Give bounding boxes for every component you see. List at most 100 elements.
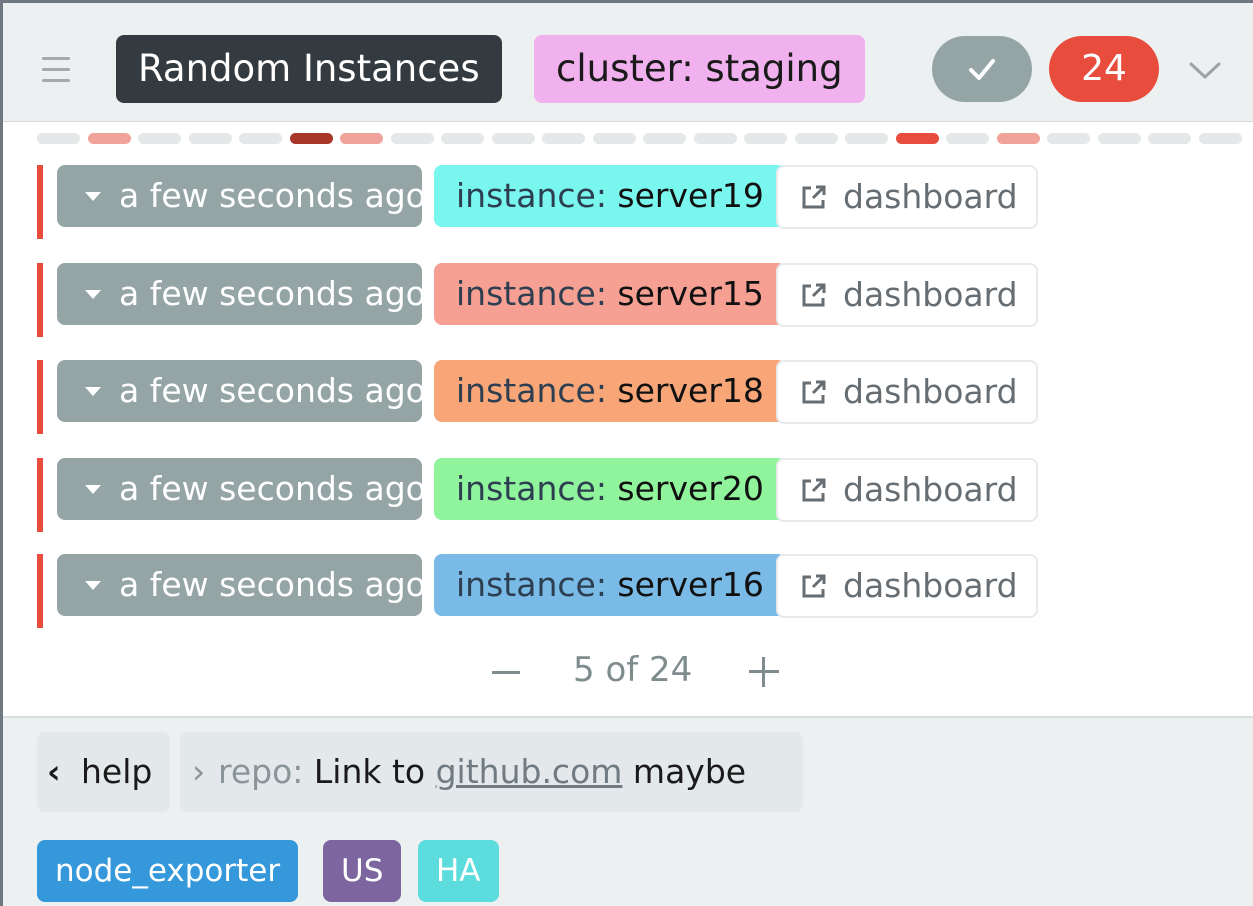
acknowledge-button[interactable]	[932, 36, 1032, 102]
annotation-key: repo:	[218, 752, 304, 791]
instance-label-value: server19	[617, 176, 764, 215]
alert-row: a few seconds ago instance: server19 das…	[37, 165, 1047, 239]
pager-previous-button[interactable]	[492, 671, 520, 674]
cluster-label-value: staging	[705, 47, 843, 90]
progress-segment	[542, 133, 585, 144]
annotation-repo-text: repo: Link to github.com maybe	[218, 732, 746, 812]
progress-segment	[592, 133, 636, 144]
hamburger-icon[interactable]	[42, 57, 70, 83]
chevron-left-icon: ‹	[47, 752, 61, 791]
progress-segment	[491, 133, 535, 144]
alert-time-button[interactable]: a few seconds ago	[57, 458, 426, 520]
cluster-label-name: cluster	[556, 47, 682, 90]
label-tag-us[interactable]: US	[323, 840, 402, 902]
dashboard-link-label: dashboard	[843, 275, 1018, 314]
alert-state-marker	[37, 165, 43, 239]
alert-time-label: a few seconds ago	[119, 565, 426, 604]
pager-next-button[interactable]	[749, 657, 779, 687]
alert-row: a few seconds ago instance: server15 das…	[37, 263, 1047, 337]
alert-group-header: Random Instances cluster: staging 24	[3, 3, 1253, 122]
progress-segment	[188, 133, 232, 144]
annotation-text-post: maybe	[632, 752, 747, 791]
alert-time-label: a few seconds ago	[119, 371, 426, 410]
progress-segment	[996, 133, 1040, 144]
pager-label: 5 of 24	[573, 650, 693, 690]
progress-segment	[239, 133, 282, 144]
progress-segment	[441, 133, 484, 144]
chevron-right-icon: ›	[192, 752, 206, 791]
alert-time-label: a few seconds ago	[119, 274, 426, 313]
alert-group-footer: ‹ help › repo: Link to github.com maybe …	[3, 716, 1253, 906]
progress-segment	[289, 133, 333, 144]
external-link-icon	[802, 283, 826, 307]
caret-down-icon	[85, 485, 101, 494]
progress-segment	[845, 133, 888, 144]
dashboard-link[interactable]: dashboard	[776, 360, 1038, 424]
dashboard-link[interactable]: dashboard	[776, 263, 1038, 327]
instance-label-value: server18	[617, 371, 764, 410]
alert-time-label: a few seconds ago	[119, 176, 426, 215]
instance-label[interactable]: instance: server19	[434, 165, 786, 227]
alert-state-marker	[37, 458, 43, 532]
alert-row: a few seconds ago instance: server18 das…	[37, 360, 1047, 434]
alert-state-marker	[37, 554, 43, 628]
external-link-icon	[802, 380, 826, 404]
annotation-help-label: help	[81, 752, 153, 791]
alert-row: a few seconds ago instance: server20 das…	[37, 458, 1047, 532]
alert-time-button[interactable]: a few seconds ago	[57, 263, 426, 325]
progress-segment	[643, 133, 686, 144]
label-tag-ha[interactable]: HA	[418, 840, 499, 902]
check-icon	[969, 59, 995, 80]
dashboard-link-label: dashboard	[843, 372, 1018, 411]
alert-time-label: a few seconds ago	[119, 469, 426, 508]
alert-state-marker	[37, 360, 43, 434]
annotation-link[interactable]: github.com	[436, 752, 623, 791]
progress-segment	[1047, 133, 1090, 144]
alert-time-button[interactable]: a few seconds ago	[57, 360, 426, 422]
instance-label-name: instance	[456, 371, 596, 410]
progress-segment	[138, 133, 181, 144]
progress-segment	[895, 133, 939, 144]
dashboard-link[interactable]: dashboard	[776, 554, 1038, 618]
instance-label[interactable]: instance: server18	[434, 360, 786, 422]
cluster-label[interactable]: cluster: staging	[534, 35, 865, 103]
dashboard-link[interactable]: dashboard	[776, 458, 1038, 522]
progress-segment	[794, 133, 838, 144]
caret-down-icon	[85, 192, 101, 201]
group-title: Random Instances	[116, 35, 502, 103]
alert-time-button[interactable]: a few seconds ago	[57, 554, 426, 616]
instance-label-value: server15	[617, 274, 764, 313]
external-link-icon	[802, 185, 826, 209]
caret-down-icon	[85, 290, 101, 299]
external-link-icon	[802, 478, 826, 502]
progress-segment	[744, 133, 787, 144]
progress-segment	[1198, 133, 1242, 144]
dashboard-link[interactable]: dashboard	[776, 165, 1038, 229]
progress-segment	[693, 133, 737, 144]
alert-time-button[interactable]: a few seconds ago	[57, 165, 426, 227]
instance-label-name: instance	[456, 565, 596, 604]
instance-label-value: server16	[617, 565, 764, 604]
dashboard-link-label: dashboard	[843, 470, 1018, 509]
alert-state-marker	[37, 263, 43, 337]
annotation-repo[interactable]: › repo: Link to github.com maybe	[180, 732, 803, 812]
progress-segment	[946, 133, 989, 144]
alert-row: a few seconds ago instance: server16 das…	[37, 554, 1047, 628]
instance-label[interactable]: instance: server15	[434, 263, 786, 325]
instance-label[interactable]: instance: server16	[434, 554, 786, 616]
instance-label[interactable]: instance: server20	[434, 458, 786, 520]
external-link-icon	[802, 574, 826, 598]
dashboard-link-label: dashboard	[843, 177, 1018, 216]
caret-down-icon	[85, 387, 101, 396]
dashboard-link-label: dashboard	[843, 566, 1018, 605]
progress-segment	[1148, 133, 1191, 144]
progress-segment	[390, 133, 434, 144]
alert-progress-strip	[37, 133, 1242, 145]
caret-down-icon	[85, 581, 101, 590]
label-tag-node-exporter[interactable]: node_exporter	[37, 840, 299, 902]
alert-count-badge: 24	[1049, 36, 1159, 102]
progress-segment	[37, 133, 80, 144]
chevron-down-icon[interactable]	[1187, 59, 1223, 83]
annotation-help-toggle[interactable]: ‹ help	[37, 732, 170, 812]
progress-segment	[340, 133, 383, 144]
